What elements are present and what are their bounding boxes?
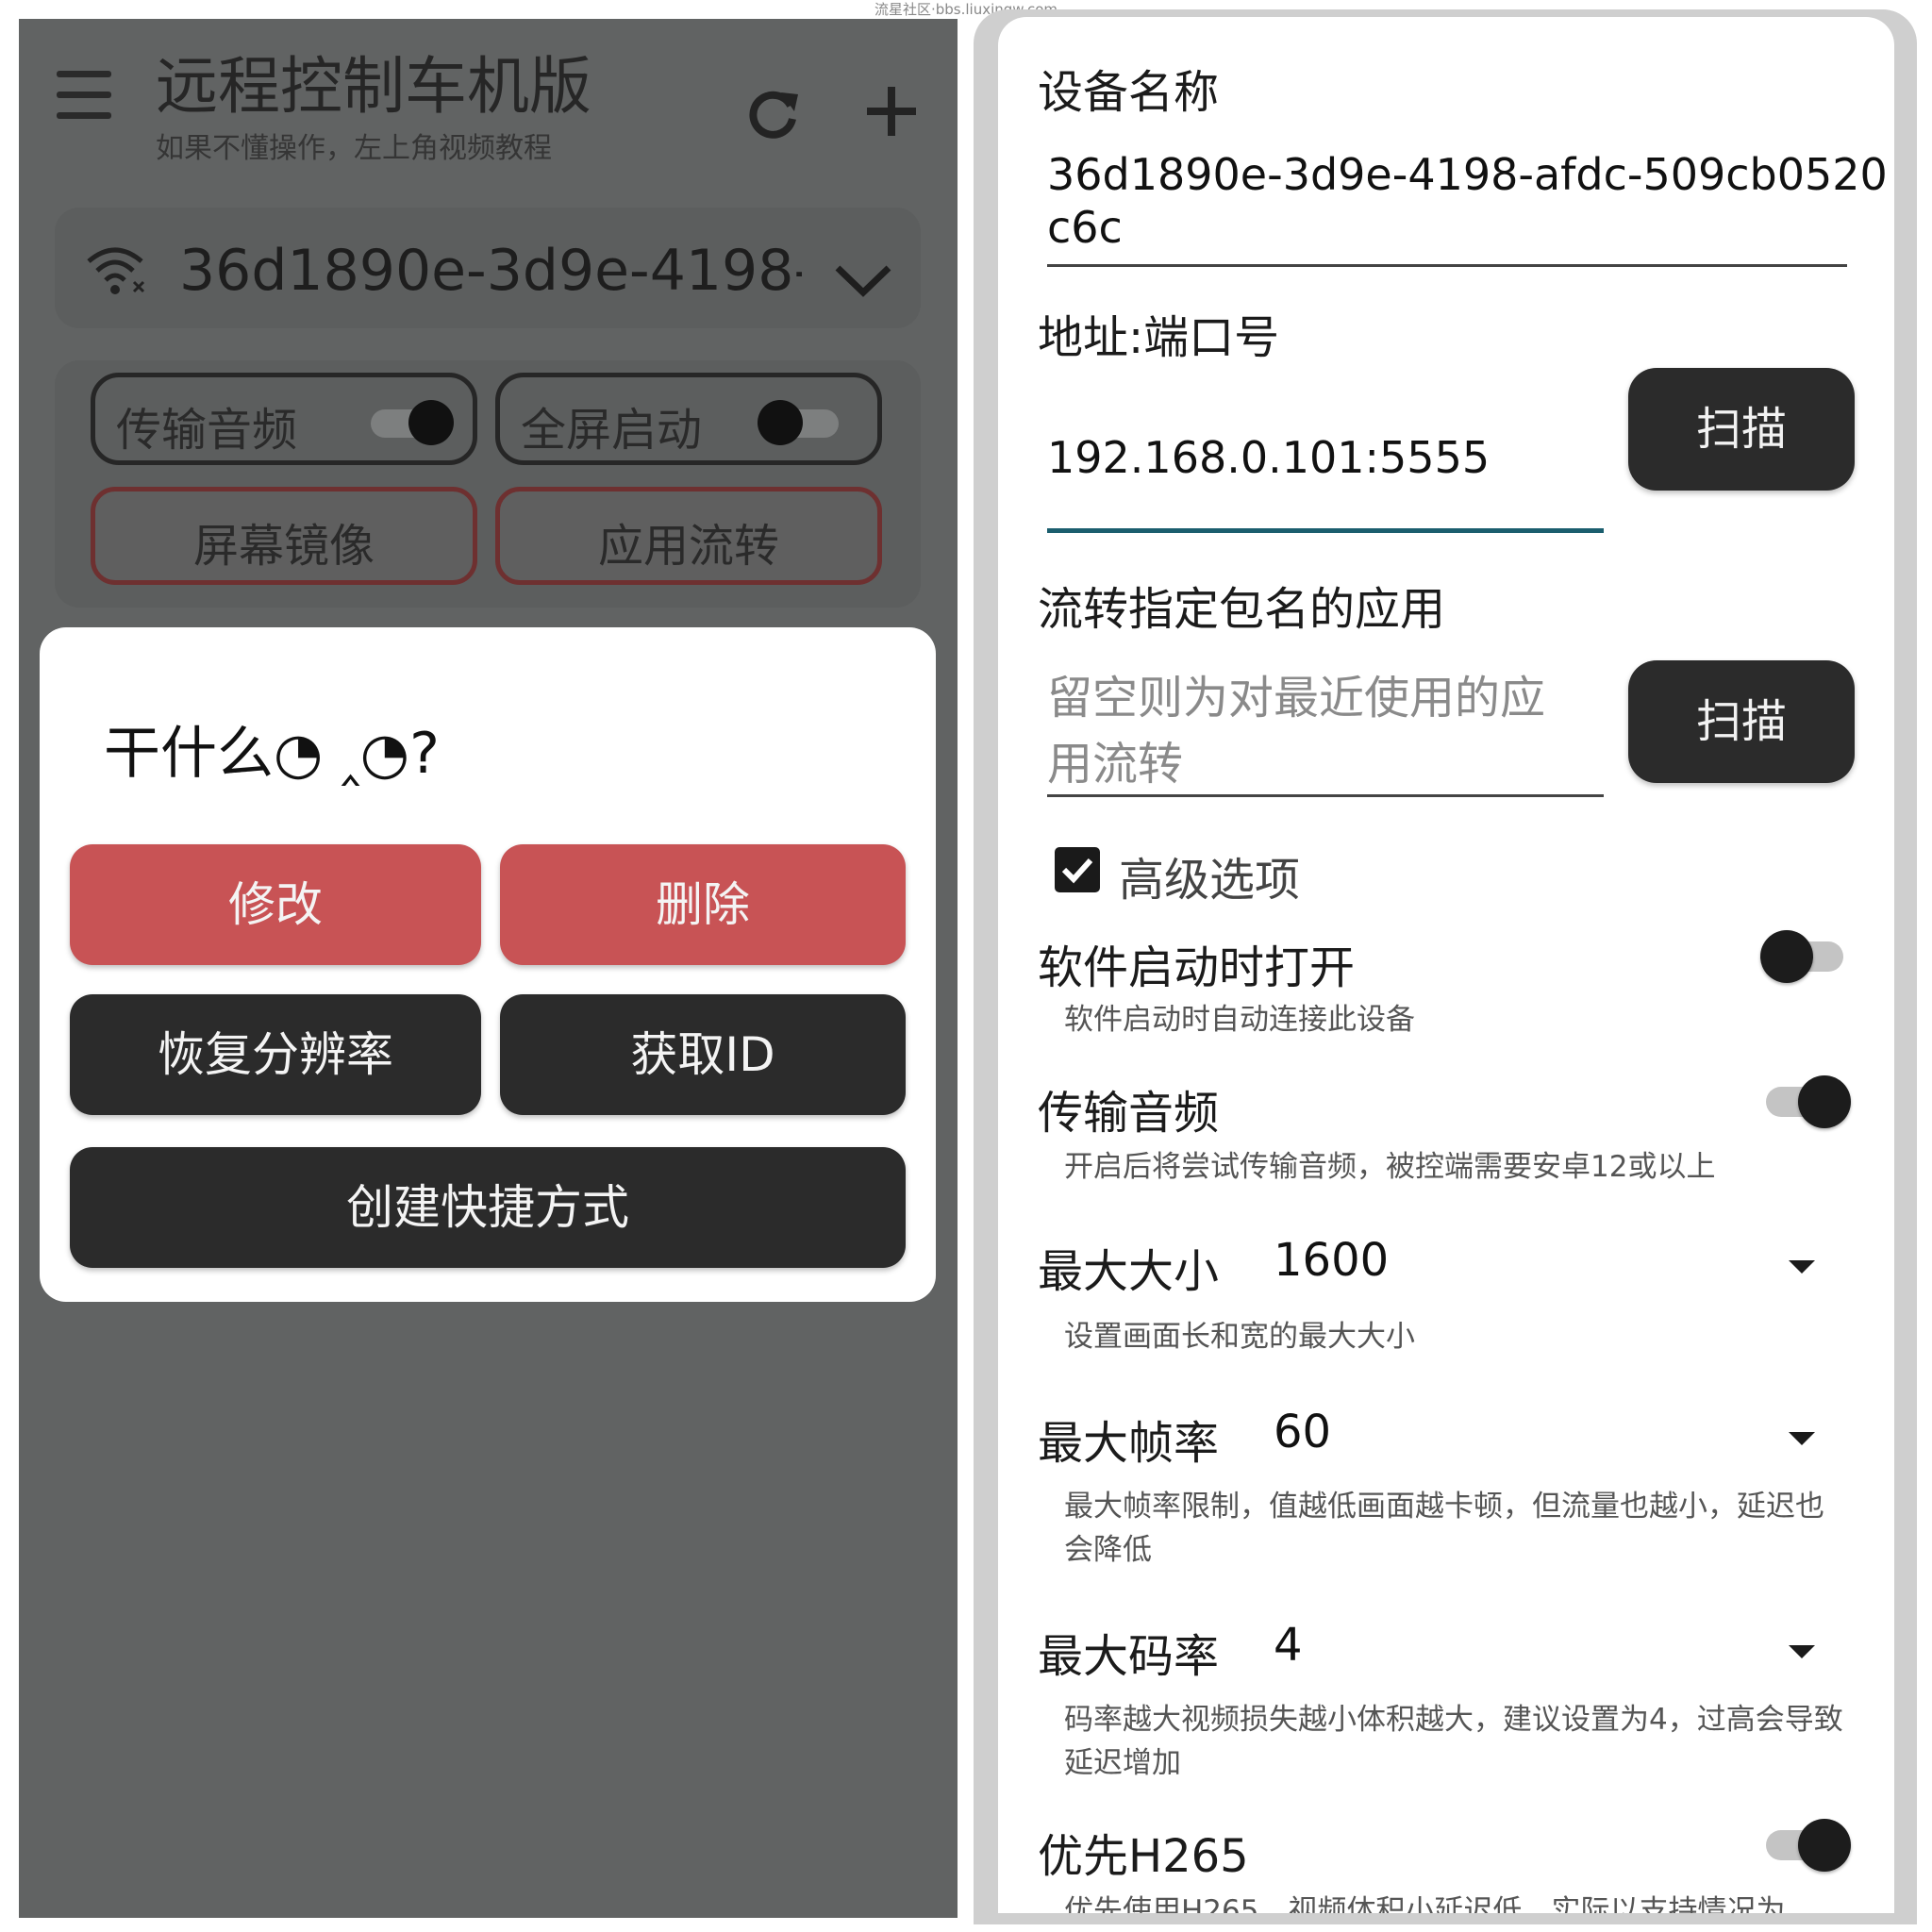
app-subtitle: 如果不懂操作，左上角视频教程	[156, 132, 552, 165]
transfer-app-placeholder-line2[interactable]: 用流转	[1047, 726, 1183, 792]
device-name-label: 设备名称	[1038, 66, 1220, 119]
chevron-down-icon[interactable]	[832, 262, 894, 300]
audio-setting-label: 传输音频	[1038, 1087, 1220, 1140]
advanced-label: 高级选项	[1119, 854, 1301, 907]
audio-switch[interactable]	[371, 400, 454, 445]
max-bitrate-label: 最大码率	[1038, 1630, 1220, 1683]
create-shortcut-button[interactable]: 创建快捷方式	[70, 1147, 906, 1268]
max-fps-dropdown-icon[interactable]	[1789, 1432, 1815, 1445]
address-label: 地址:端口号	[1038, 311, 1280, 364]
max-fps-value[interactable]: 60	[1274, 1406, 1331, 1458]
device-name-line2[interactable]: c6c	[1047, 202, 1123, 253]
max-bitrate-value[interactable]: 4	[1274, 1619, 1303, 1672]
prefer-h265-label: 优先H265	[1038, 1830, 1249, 1883]
screen-mirror-label: 屏幕镜像	[192, 520, 375, 573]
restore-resolution-button[interactable]: 恢复分辨率	[70, 994, 481, 1115]
max-size-dropdown-icon[interactable]	[1789, 1260, 1815, 1274]
audio-toggle[interactable]: 传输音频	[91, 373, 477, 465]
audio-toggle-label: 传输音频	[116, 404, 298, 457]
open-on-start-hint: 软件启动时自动连接此设备	[1064, 1003, 1415, 1037]
device-name-underline	[1047, 264, 1847, 267]
max-fps-hint: 最大帧率限制，值越低画面越卡顿，但流量也越小，延迟也会降低	[1064, 1490, 1824, 1567]
transfer-app-underline	[1047, 794, 1604, 797]
add-icon[interactable]	[863, 83, 920, 140]
transfer-app-label: 流转指定包名的应用	[1038, 583, 1446, 636]
get-id-button[interactable]: 获取ID	[500, 994, 906, 1115]
open-on-start-switch[interactable]	[1760, 930, 1847, 983]
refresh-icon[interactable]	[745, 85, 802, 142]
prefer-h265-hint: 优先使用H265，视频体积小延迟低，实际以支持情况为	[1064, 1894, 1786, 1913]
wifi-off-icon	[85, 241, 151, 297]
screen-mirror-button[interactable]: 屏幕镜像	[91, 487, 477, 585]
fullscreen-toggle-label: 全屏启动	[521, 404, 703, 457]
menu-icon[interactable]	[57, 71, 113, 122]
app-transfer-button[interactable]: 应用流转	[495, 487, 882, 585]
max-bitrate-hint: 码率越大视频损失越小体积越大，建议设置为4，过高会导致延迟增加	[1064, 1703, 1843, 1780]
dialog-title: 干什么◔ ‸◔?	[104, 721, 440, 787]
audio-setting-hint: 开启后将尝试传输音频，被控端需要安卓12或以上	[1064, 1150, 1716, 1184]
open-on-start-label: 软件启动时打开	[1038, 941, 1356, 994]
fullscreen-switch[interactable]	[758, 400, 839, 445]
max-size-value[interactable]: 1600	[1274, 1234, 1389, 1287]
max-size-hint: 设置画面长和宽的最大大小	[1064, 1320, 1415, 1354]
address-input[interactable]: 192.168.0.101:5555	[1047, 432, 1490, 483]
fullscreen-toggle[interactable]: 全屏启动	[495, 373, 882, 465]
prefer-h265-switch[interactable]	[1760, 1819, 1851, 1872]
advanced-checkbox[interactable]	[1055, 847, 1100, 892]
check-icon	[1061, 858, 1093, 884]
max-size-label: 最大大小	[1038, 1245, 1220, 1298]
max-fps-label: 最大帧率	[1038, 1417, 1220, 1470]
app-title: 远程控制车机版	[156, 50, 591, 123]
scan-address-button[interactable]: 扫描	[1628, 368, 1855, 491]
audio-setting-switch[interactable]	[1760, 1075, 1851, 1128]
main-screen: 远程控制车机版 如果不懂操作，左上角视频教程 36d1890e-3d9e-419…	[19, 19, 958, 1918]
device-settings-screen: 设备名称 36d1890e-3d9e-4198-afdc-509cb0520 c…	[998, 17, 1894, 1913]
scan-app-button[interactable]: 扫描	[1628, 660, 1855, 783]
address-underline	[1047, 528, 1604, 533]
device-name-line1[interactable]: 36d1890e-3d9e-4198-afdc-509cb0520	[1047, 149, 1888, 200]
transfer-app-placeholder-line1[interactable]: 留空则为对最近使用的应	[1047, 660, 1545, 726]
max-bitrate-dropdown-icon[interactable]	[1789, 1645, 1815, 1658]
app-transfer-label: 应用流转	[597, 520, 779, 573]
edit-button[interactable]: 修改	[70, 844, 481, 965]
device-id: 36d1890e-3d9e-4198-	[179, 238, 802, 304]
delete-button[interactable]: 删除	[500, 844, 906, 965]
